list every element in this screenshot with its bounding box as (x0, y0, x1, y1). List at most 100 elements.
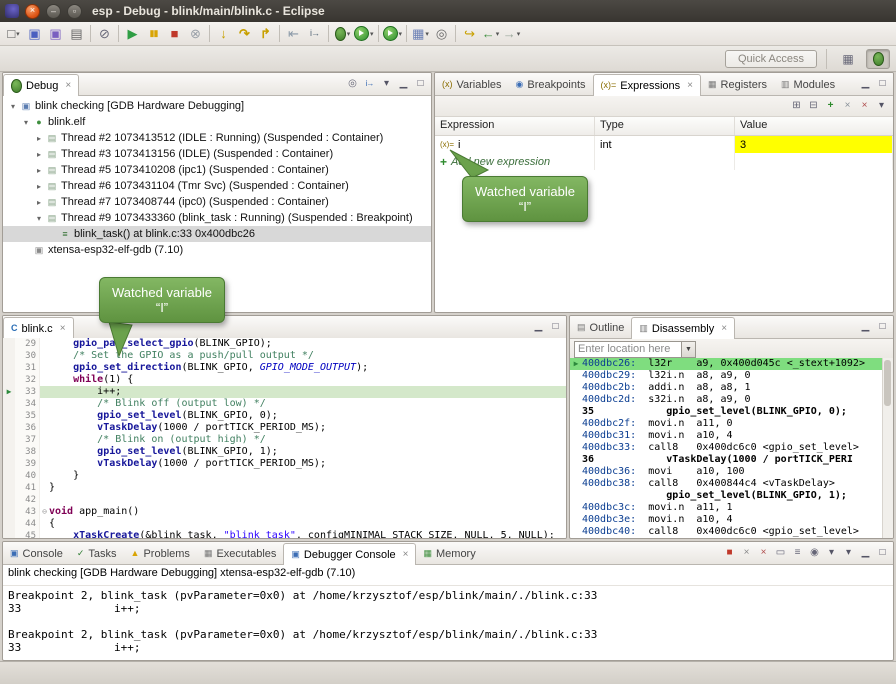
minimize-icon[interactable] (858, 79, 873, 89)
disassembly-line[interactable]: 400dbc29: l32i.n a8, a9, 0 (570, 370, 883, 382)
tab-tasks[interactable]: ✓Tasks (70, 543, 124, 564)
code-text[interactable] (49, 494, 566, 506)
editor-line[interactable]: 43⊖void app_main() (3, 506, 566, 518)
suspend-button[interactable]: ▮▮ (143, 24, 164, 44)
tab-disassembly[interactable]: ▥Disassembly× (631, 317, 735, 339)
marker-bar[interactable] (3, 350, 15, 362)
debug-tree-item[interactable]: ≡blink_task() at blink.c:33 0x400dbc26 (3, 226, 431, 242)
skip-all-breakpoints-button[interactable]: ⊘ (94, 24, 115, 44)
new-c-project-button[interactable]: ▦▾ (410, 24, 431, 44)
run-button[interactable]: ▾ (353, 24, 375, 44)
debug-tree-item[interactable]: ▾▣blink checking [GDB Hardware Debugging… (3, 98, 431, 114)
maximize-icon[interactable] (413, 79, 428, 89)
disassembly-line[interactable]: 400dbc3e: movi.n a10, 4 (570, 514, 883, 526)
code-text[interactable]: /* Blink on (output high) */ (49, 434, 566, 446)
tab-debugger-console[interactable]: ▣Debugger Console× (283, 543, 416, 565)
tab-outline[interactable]: ▤Outline (570, 317, 631, 338)
tab-problems[interactable]: ▲Problems (124, 543, 197, 564)
editor-line[interactable]: 34 /* Blink off (output low) */ (3, 398, 566, 410)
tab-executables[interactable]: ▦Executables (197, 543, 283, 564)
window-maximize-button[interactable] (67, 4, 82, 19)
disassembly-line[interactable]: 400dbc40: call8 0x400dc6c0 <gpio_set_lev… (570, 526, 883, 538)
save-all-button[interactable]: ▣ (45, 24, 66, 44)
code-text[interactable]: vTaskDelay(1000 / portTICK_PERIOD_MS); (49, 458, 566, 470)
disassembly-line[interactable]: 35 gpio_set_level(BLINK_GPIO, 0); (570, 406, 883, 418)
marker-bar[interactable] (3, 470, 15, 482)
marker-bar[interactable] (3, 434, 15, 446)
disassembly-line[interactable]: 400dbc2d: s32i.n a8, a9, 0 (570, 394, 883, 406)
view-menu-icon[interactable]: ▾ (874, 101, 889, 111)
marker-bar[interactable] (3, 362, 15, 374)
editor-line[interactable]: 44{ (3, 518, 566, 530)
expression-row[interactable]: (x)=iint3 (435, 136, 893, 153)
column-header-type[interactable]: Type (595, 117, 735, 135)
code-text[interactable]: gpio_set_level(BLINK_GPIO, 1); (49, 446, 566, 458)
disassembly-line[interactable]: 400dbc33: call8 0x400dc6c0 <gpio_set_lev… (570, 442, 883, 454)
display-console-icon[interactable]: ▾ (824, 548, 839, 558)
column-header-expression[interactable]: Expression (435, 117, 595, 135)
code-text[interactable]: xTaskCreate(&blink_task, "blink_task", c… (49, 530, 566, 538)
disassembly-line[interactable]: 36 vTaskDelay(1000 / portTICK_PERI (570, 454, 883, 466)
disassembly-line[interactable]: gpio_set_level(BLINK_GPIO, 1); (570, 490, 883, 502)
code-text[interactable]: } (49, 482, 566, 494)
remove-all-expressions-icon[interactable]: × (857, 101, 872, 111)
instruction-mode-icon[interactable]: i→ (362, 80, 377, 88)
editor-line[interactable]: 38 gpio_set_level(BLINK_GPIO, 1); (3, 446, 566, 458)
tab-registers[interactable]: ▦Registers (701, 74, 774, 95)
disassembly-line[interactable]: 400dbc31: movi.n a10, 4 (570, 430, 883, 442)
back-button[interactable]: ←▾ (480, 24, 501, 44)
forward-button[interactable]: →▾ (501, 24, 522, 44)
add-expression-row[interactable]: +Add new expression (435, 153, 893, 170)
minimize-icon[interactable] (531, 322, 546, 332)
step-into-button[interactable]: ↓ (213, 24, 234, 44)
quick-access-button[interactable]: Quick Access (725, 50, 817, 68)
tab-variables[interactable]: (x)Variables (435, 74, 509, 95)
expression-value-cell[interactable]: 3 (735, 136, 893, 153)
editor-line[interactable]: 35 gpio_set_level(BLINK_GPIO, 0); (3, 410, 566, 422)
code-text[interactable]: } (49, 470, 566, 482)
editor-line[interactable]: 42 (3, 494, 566, 506)
debug-perspective-button[interactable] (866, 49, 890, 69)
editor-line[interactable]: ▶33 i++; (3, 386, 566, 398)
expander-icon[interactable]: ▸ (33, 198, 45, 207)
add-expression-icon[interactable]: + (823, 101, 838, 111)
editor-line[interactable]: 45 xTaskCreate(&blink_task, "blink_task"… (3, 530, 566, 538)
tab-memory[interactable]: ▦Memory (416, 543, 482, 564)
close-icon[interactable]: × (60, 323, 66, 334)
expander-icon[interactable]: ▸ (33, 134, 45, 143)
step-over-button[interactable]: ↷ (234, 24, 255, 44)
terminate-button[interactable]: ■ (164, 24, 185, 44)
fold-collapse-icon[interactable]: ⊖ (39, 506, 49, 518)
close-icon[interactable]: × (403, 549, 409, 560)
close-icon[interactable]: × (687, 80, 693, 91)
marker-bar[interactable] (3, 410, 15, 422)
maximize-icon[interactable] (548, 322, 563, 332)
clear-console-icon[interactable]: ▭ (773, 548, 788, 558)
window-minimize-button[interactable] (46, 4, 61, 19)
minimize-icon[interactable] (396, 79, 411, 89)
code-text[interactable]: gpio_set_level(BLINK_GPIO, 0); (49, 410, 566, 422)
editor-line[interactable]: 40 } (3, 470, 566, 482)
disassembly-line[interactable]: 400dbc2b: addi.n a8, a8, 1 (570, 382, 883, 394)
open-perspective-button[interactable]: ▦ (836, 49, 860, 69)
launch-group-icon[interactable]: ◎ (345, 79, 360, 89)
expander-icon[interactable]: ▸ (33, 182, 45, 191)
view-menu-icon[interactable]: ▾ (379, 79, 394, 89)
code-text[interactable]: i++; (49, 386, 566, 398)
last-edit-location-button[interactable]: ↪ (459, 24, 480, 44)
code-text[interactable]: { (49, 518, 566, 530)
marker-bar[interactable] (3, 530, 15, 538)
tab-c-file[interactable]: Cblink.c× (3, 317, 74, 339)
marker-bar[interactable] (3, 338, 15, 350)
marker-bar[interactable] (3, 422, 15, 434)
marker-bar[interactable] (3, 506, 15, 518)
console-output[interactable]: Breakpoint 2, blink_task (pvParameter=0x… (3, 586, 893, 657)
editor-line[interactable]: 36 vTaskDelay(1000 / portTICK_PERIOD_MS)… (3, 422, 566, 434)
maximize-icon[interactable] (875, 548, 890, 558)
maximize-icon[interactable] (875, 79, 890, 89)
marker-bar[interactable] (3, 374, 15, 386)
marker-bar[interactable] (3, 446, 15, 458)
tab-modules[interactable]: ▥Modules (774, 74, 842, 95)
marker-bar[interactable] (3, 518, 15, 530)
collapse-all-icon[interactable]: ⊟ (806, 101, 821, 111)
